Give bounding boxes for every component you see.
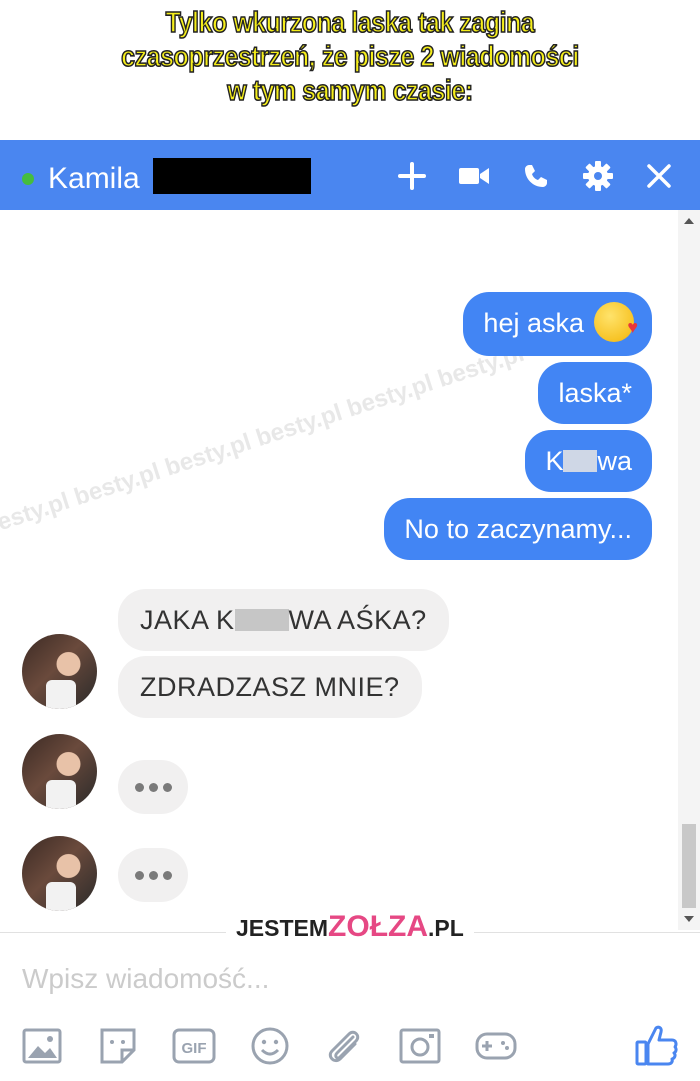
video-camera-icon[interactable] <box>456 158 492 194</box>
brand-logo: JESTEMZOŁZA.PL <box>226 909 474 945</box>
redacted-surname <box>153 158 311 194</box>
gear-icon[interactable] <box>580 158 616 194</box>
scrollbar[interactable] <box>678 210 700 930</box>
phone-icon[interactable] <box>518 158 554 194</box>
scroll-up-arrow-icon[interactable] <box>684 218 694 224</box>
game-controller-icon[interactable] <box>474 1024 518 1068</box>
contact-avatar[interactable] <box>22 836 97 911</box>
message-text: ZDRADZASZ MNIE? <box>140 672 400 702</box>
message-input[interactable]: Wpisz wiadomość... <box>22 963 269 995</box>
contact-avatar[interactable] <box>22 734 97 809</box>
incoming-message[interactable]: ZDRADZASZ MNIE? <box>118 656 422 718</box>
scroll-down-arrow-icon[interactable] <box>684 916 694 922</box>
message-text-end: wa <box>597 446 632 476</box>
gif-icon[interactable]: GIF <box>172 1024 216 1068</box>
outgoing-message[interactable]: hej aska <box>463 292 652 356</box>
caption-line-2: czasoprzestrzeń, że pisze 2 wiadomości <box>120 40 580 74</box>
caption-line-3: w tym samym czasie: <box>227 74 474 108</box>
censor-blur <box>563 450 598 472</box>
kiss-face-emoji-icon <box>594 301 638 344</box>
incoming-message[interactable]: JAKA K WA AŚKA? <box>118 589 449 651</box>
message-text-start: K <box>545 446 564 476</box>
caption-line-1: Tylko wkurzona laska tak zagina <box>165 6 536 40</box>
photo-icon[interactable] <box>20 1024 64 1068</box>
outgoing-message[interactable]: Kwa <box>525 430 652 492</box>
outgoing-message[interactable]: laska* <box>538 362 652 424</box>
outgoing-message[interactable]: No to zaczynamy... <box>384 498 652 560</box>
camera-icon[interactable] <box>398 1024 442 1068</box>
meme-caption: Tylko wkurzona laska tak zagina czasoprz… <box>0 0 700 140</box>
message-text: hej aska <box>483 308 584 338</box>
message-text: laska* <box>558 378 632 408</box>
typing-indicator <box>118 760 188 814</box>
contact-avatar[interactable] <box>22 634 97 709</box>
scrollbar-thumb[interactable] <box>682 824 696 908</box>
attachment-icon[interactable] <box>322 1024 366 1068</box>
message-text: No to zaczynamy... <box>404 514 632 544</box>
like-thumb-icon[interactable] <box>632 1020 682 1070</box>
online-status-dot <box>22 173 34 185</box>
svg-text:GIF: GIF <box>182 1040 207 1057</box>
sticker-icon[interactable] <box>96 1024 140 1068</box>
censor-blur <box>234 609 289 631</box>
plus-icon[interactable] <box>394 158 430 194</box>
close-icon[interactable] <box>641 158 677 194</box>
message-text-end: WA AŚKA? <box>288 605 427 635</box>
emoji-icon[interactable] <box>248 1024 292 1068</box>
contact-name[interactable]: Kamila <box>48 160 140 198</box>
typing-indicator <box>118 848 188 902</box>
message-text-start: JAKA K <box>140 605 235 635</box>
